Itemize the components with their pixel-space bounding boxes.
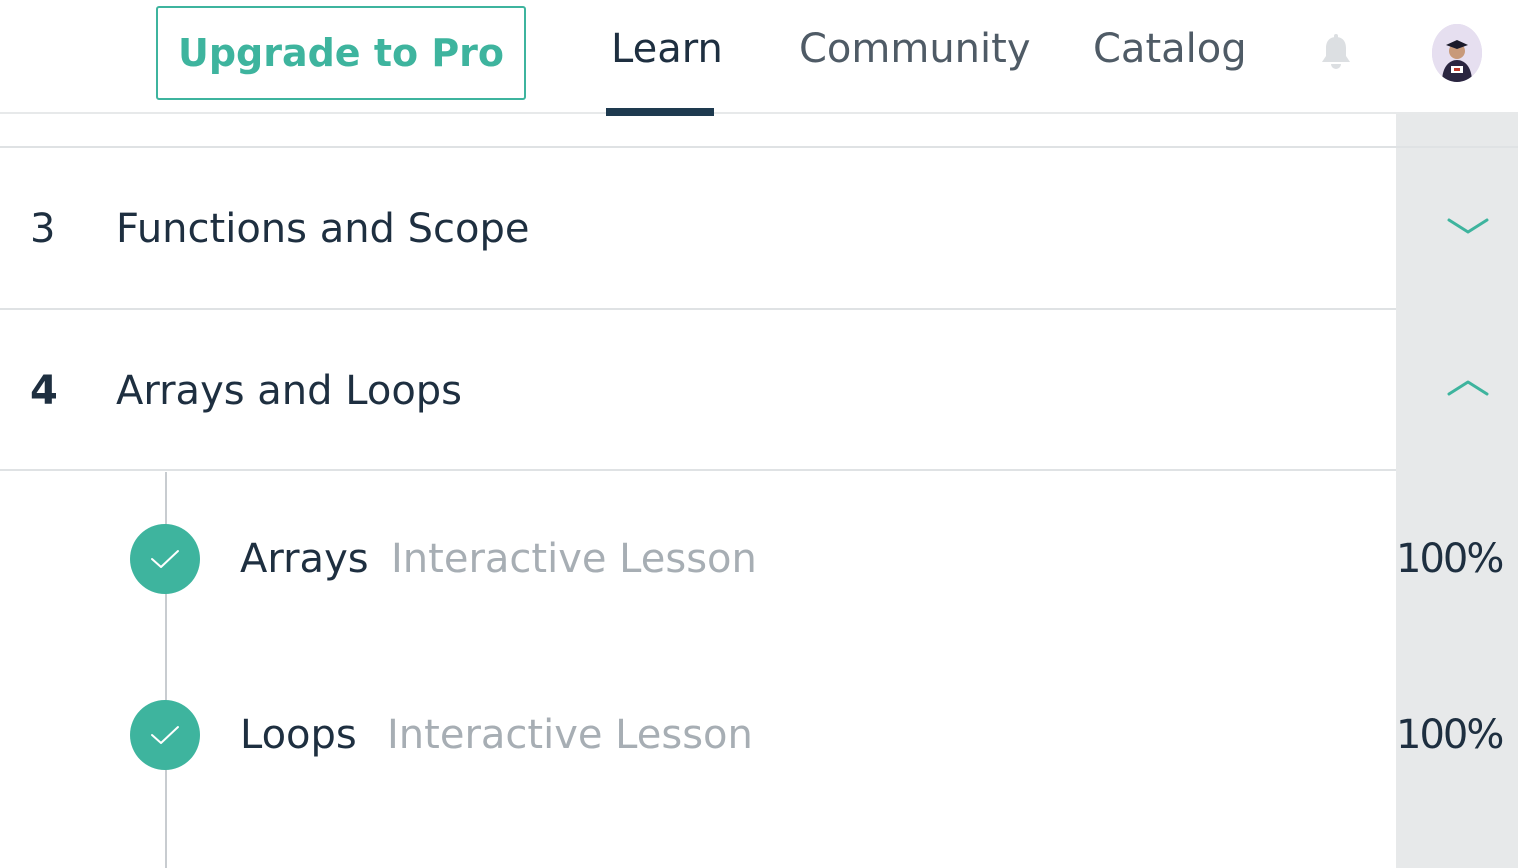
section-title: Arrays and Loops (116, 368, 463, 414)
section-row-3[interactable]: 3 Functions and Scope (0, 148, 1518, 308)
completed-check-icon (130, 700, 200, 770)
lesson-type: Interactive Lesson (387, 712, 753, 758)
bell-icon[interactable] (1318, 34, 1354, 72)
upgrade-to-pro-button[interactable]: Upgrade to Pro (156, 6, 526, 100)
lesson-title: Loops (240, 712, 357, 758)
lesson-item-arrays[interactable]: Arrays Interactive Lesson 100% (0, 524, 1518, 604)
divider (0, 469, 1396, 471)
chevron-down-icon[interactable] (1446, 214, 1490, 238)
section-number: 3 (30, 206, 56, 252)
completed-check-icon (130, 524, 200, 594)
section-row-4[interactable]: 4 Arrays and Loops (0, 310, 1518, 470)
nav-learn-link[interactable]: Learn (611, 26, 723, 86)
lesson-progress: 100% (1396, 536, 1504, 582)
lesson-progress: 100% (1396, 712, 1504, 758)
active-tab-indicator (606, 108, 714, 116)
top-nav-bar: Upgrade to Pro Learn Community Catalog (0, 0, 1518, 116)
nav-catalog-link[interactable]: Catalog (1093, 26, 1247, 86)
lesson-type: Interactive Lesson (391, 536, 757, 582)
section-number: 4 (30, 368, 58, 414)
nav-community-link[interactable]: Community (799, 26, 1031, 86)
lesson-item-loops[interactable]: Loops Interactive Lesson 100% (0, 700, 1518, 780)
chevron-up-icon[interactable] (1446, 376, 1490, 400)
avatar[interactable] (1432, 24, 1482, 82)
course-syllabus-page: Upgrade to Pro Learn Community Catalog 3… (0, 0, 1518, 868)
section-title: Functions and Scope (116, 206, 530, 252)
lesson-title: Arrays (240, 536, 369, 582)
